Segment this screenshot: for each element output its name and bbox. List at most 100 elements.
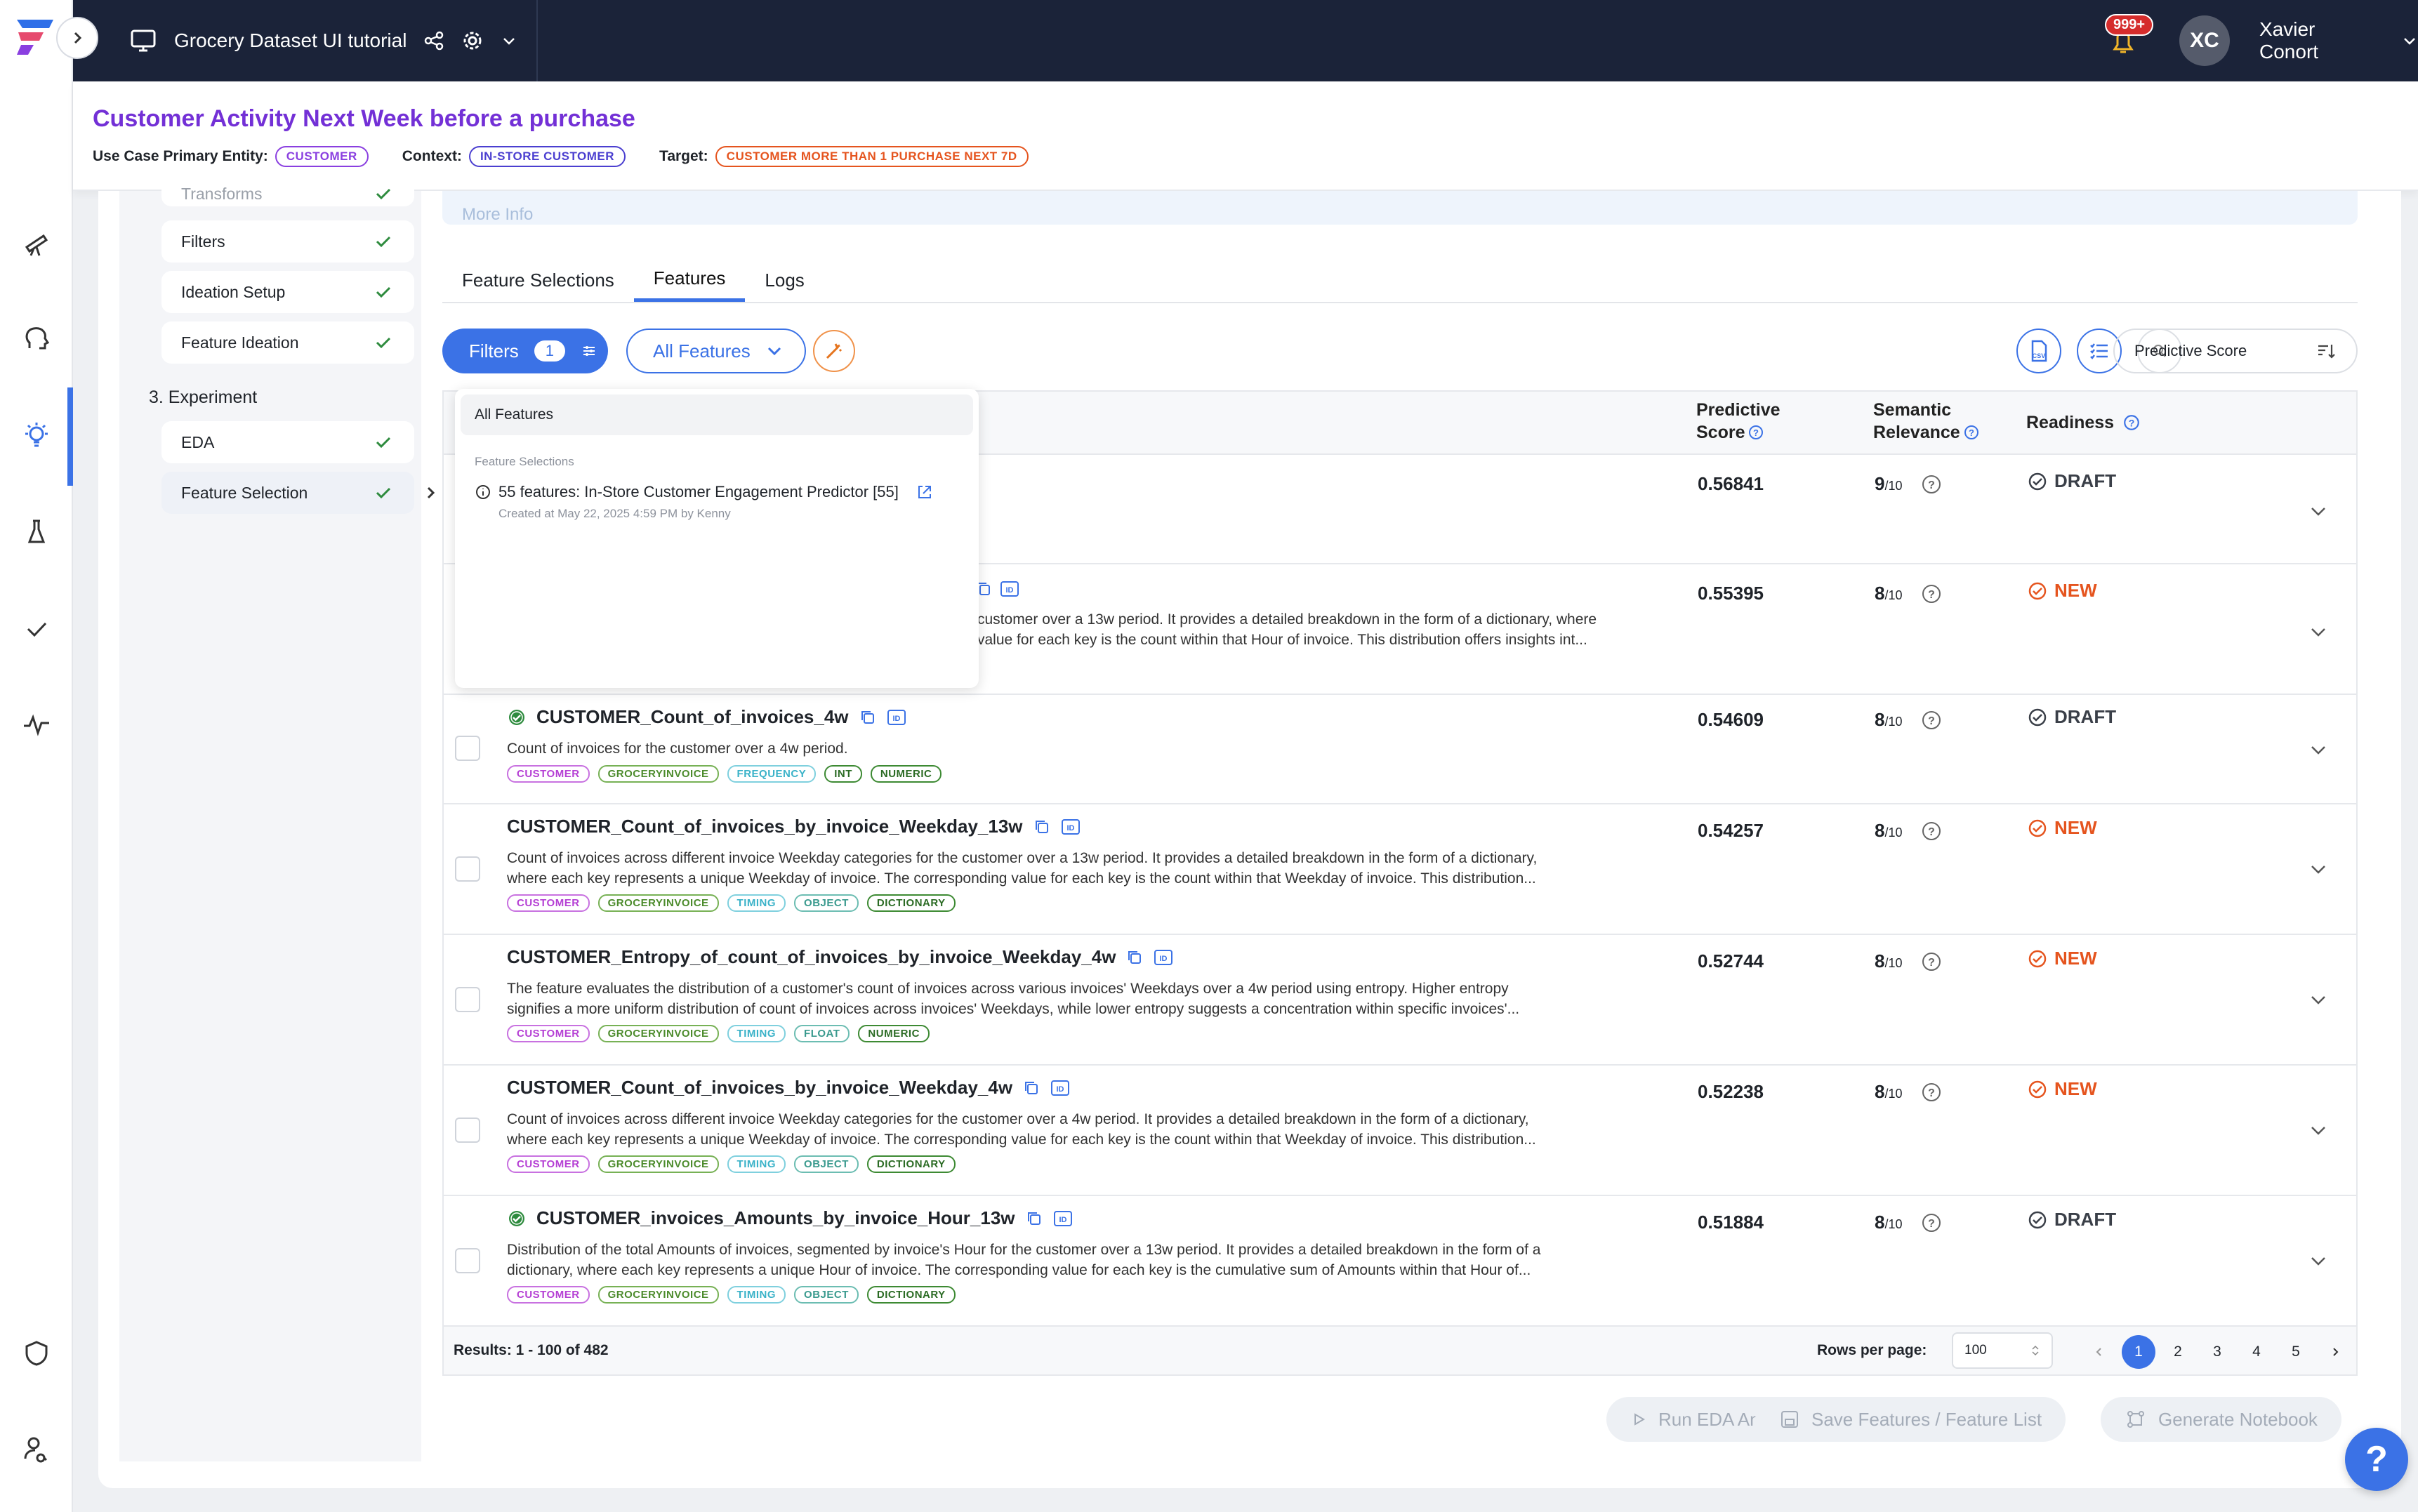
id-icon[interactable]: ID	[1000, 580, 1019, 598]
id-icon[interactable]: ID	[1050, 1079, 1070, 1097]
check-icon[interactable]	[20, 612, 53, 646]
help-circle-icon[interactable]: ?	[1921, 951, 1942, 972]
csv-export-icon[interactable]: CSV	[2016, 329, 2061, 373]
feature-name[interactable]: CUSTOMER_Count_of_invoices_by_invoice_We…	[507, 1077, 1070, 1099]
table-row[interactable]: CUSTOMER_Entropy_of_count_of_invoices_by…	[444, 935, 2356, 1066]
feature-name[interactable]: CUSTOMER_Count_of_invoices_by_invoice_We…	[507, 816, 1081, 837]
rows-per-page-select[interactable]: 100	[1952, 1332, 2053, 1369]
more-info-link[interactable]: More Info	[462, 205, 533, 225]
user-menu[interactable]: Xavier Conort	[2242, 0, 2418, 81]
col-semantic-relevance[interactable]: Semantic Relevance?	[1873, 399, 1980, 444]
feature-name[interactable]: CUSTOMER_invoices_Amounts_by_invoice_Hou…	[507, 1207, 1073, 1229]
brain-head-icon[interactable]	[20, 321, 53, 355]
tab-feature-selections[interactable]: Feature Selections	[442, 258, 634, 302]
copy-icon[interactable]	[1125, 948, 1144, 967]
col-predictive-score[interactable]: Predictive Score?	[1696, 399, 1781, 444]
pulse-icon[interactable]	[20, 708, 53, 741]
page-4-button[interactable]: 4	[2240, 1335, 2273, 1369]
avatar[interactable]: XC	[2179, 15, 2230, 66]
help-circle-icon[interactable]: ?	[1963, 424, 1980, 441]
id-icon[interactable]: ID	[1154, 948, 1173, 967]
col-readiness[interactable]: Readiness ?	[2026, 411, 2141, 434]
target-badge[interactable]: CUSTOMER MORE THAN 1 PURCHASE NEXT 7D	[715, 146, 1029, 167]
user-search-icon[interactable]	[20, 1432, 53, 1466]
expand-row-icon[interactable]	[2307, 738, 2330, 761]
generate-notebook-button[interactable]: Generate Notebook	[2101, 1397, 2341, 1442]
table-row[interactable]: CUSTOMER_Count_of_invoices_by_invoice_We…	[444, 1066, 2356, 1196]
step-filters[interactable]: Filters	[161, 220, 414, 263]
copy-icon[interactable]	[1022, 1079, 1040, 1097]
step-eda[interactable]: EDA	[161, 421, 414, 463]
step-feature-selection[interactable]: Feature Selection	[161, 472, 414, 514]
dropdown-option-feature-selection[interactable]: 55 features: In-Store Customer Engagemen…	[475, 483, 934, 501]
help-circle-icon[interactable]: ?	[1921, 710, 1942, 731]
chevron-down-icon[interactable]	[501, 32, 517, 49]
expand-row-icon[interactable]	[2307, 500, 2330, 522]
share-icon[interactable]	[423, 30, 444, 51]
context-badge[interactable]: IN-STORE CUSTOMER	[468, 146, 626, 167]
help-circle-icon[interactable]: ?	[1921, 583, 1942, 604]
external-link-icon[interactable]	[916, 483, 934, 501]
expand-row-icon[interactable]	[2307, 621, 2330, 643]
id-icon[interactable]: ID	[1061, 818, 1081, 836]
magic-wand-icon[interactable]	[813, 330, 855, 372]
save-features-button[interactable]: Save Features / Feature List	[1755, 1397, 2066, 1442]
tab-features[interactable]: Features	[633, 258, 746, 302]
row-checkbox[interactable]	[455, 736, 480, 761]
step-transforms[interactable]: Transforms	[161, 175, 414, 206]
sidebar-toggle-button[interactable]	[56, 17, 98, 59]
gear-icon[interactable]	[461, 29, 484, 52]
page-3-button[interactable]: 3	[2200, 1335, 2234, 1369]
filters-button[interactable]: Filters 1	[442, 329, 608, 373]
step-ideation-setup[interactable]: Ideation Setup	[161, 271, 414, 313]
dropdown-option-all-features[interactable]: All Features	[461, 394, 973, 435]
feature-name[interactable]: CUSTOMER_Count_of_invoices_4w ID	[507, 706, 906, 728]
expand-row-icon[interactable]	[2307, 988, 2330, 1011]
help-button[interactable]: ?	[2345, 1428, 2408, 1491]
help-circle-icon[interactable]: ?	[1748, 424, 1764, 441]
expand-row-icon[interactable]	[2307, 1119, 2330, 1141]
row-checkbox[interactable]	[455, 1118, 480, 1143]
left-rail	[0, 0, 73, 1512]
expand-row-icon[interactable]	[2307, 1249, 2330, 1272]
page-1-button[interactable]: 1	[2122, 1335, 2155, 1369]
monitor-icon	[129, 28, 157, 53]
table-row[interactable]: CUSTOMER_Count_of_invoices_by_invoice_We…	[444, 804, 2356, 935]
entity-badge[interactable]: CUSTOMER	[275, 146, 369, 167]
shield-icon[interactable]	[20, 1337, 53, 1370]
check-circle-icon	[2028, 472, 2047, 491]
tag: INT	[824, 765, 862, 783]
help-circle-icon[interactable]: ?	[1921, 821, 1942, 842]
id-icon[interactable]: ID	[1053, 1209, 1073, 1228]
prev-page-icon[interactable]	[2082, 1335, 2116, 1369]
telescope-icon[interactable]	[20, 226, 53, 260]
tab-logs[interactable]: Logs	[745, 258, 824, 302]
step-feature-ideation[interactable]: Feature Ideation	[161, 321, 414, 364]
copy-icon[interactable]	[1033, 818, 1051, 836]
verified-icon	[507, 1209, 527, 1228]
sort-select[interactable]: Predictive Score	[2113, 329, 2358, 373]
flask-icon[interactable]	[20, 515, 53, 549]
help-circle-icon[interactable]: ?	[1921, 1082, 1942, 1103]
copy-icon[interactable]	[1025, 1209, 1043, 1228]
id-icon[interactable]: ID	[887, 708, 906, 727]
row-checkbox[interactable]	[455, 987, 480, 1012]
next-page-icon[interactable]	[2318, 1335, 2352, 1369]
table-row[interactable]: CUSTOMER_Count_of_invoices_4w ID Count o…	[444, 695, 2356, 804]
table-row[interactable]: CUSTOMER_invoices_Amounts_by_invoice_Hou…	[444, 1196, 2356, 1327]
expand-row-icon[interactable]	[2307, 858, 2330, 880]
row-checkbox[interactable]	[455, 856, 480, 882]
feature-name[interactable]: CUSTOMER_Entropy_of_count_of_invoices_by…	[507, 946, 1173, 968]
help-circle-icon[interactable]: ?	[2122, 413, 2141, 432]
page-2-button[interactable]: 2	[2161, 1335, 2195, 1369]
row-checkbox[interactable]	[455, 1248, 480, 1273]
app-logo-icon[interactable]	[13, 14, 58, 59]
feature-source-select[interactable]: All Features	[626, 329, 806, 373]
help-circle-icon[interactable]: ?	[1921, 474, 1942, 495]
page-5-button[interactable]: 5	[2279, 1335, 2313, 1369]
chevron-right-icon[interactable]	[423, 484, 440, 501]
lightbulb-icon[interactable]	[20, 420, 53, 453]
svg-text:ID: ID	[1160, 955, 1168, 963]
help-circle-icon[interactable]: ?	[1921, 1212, 1942, 1233]
copy-icon[interactable]	[859, 708, 877, 727]
